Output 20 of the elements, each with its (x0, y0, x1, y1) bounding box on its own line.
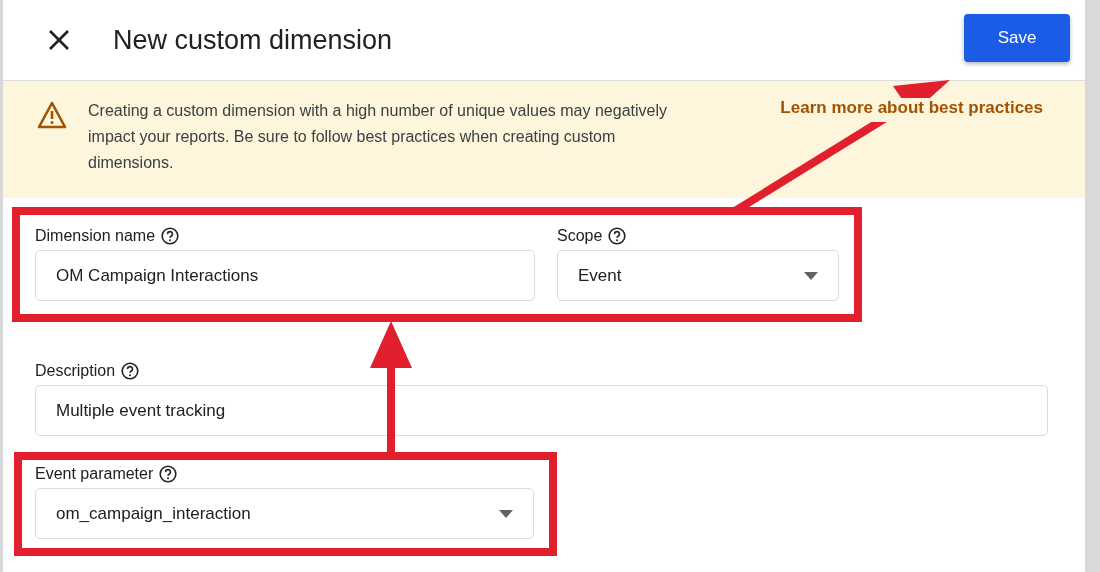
caret-icon (499, 509, 513, 518)
warning-icon (37, 101, 67, 129)
dialog-title: New custom dimension (113, 24, 393, 56)
save-button[interactable]: Save (964, 14, 1070, 62)
help-icon[interactable] (159, 465, 178, 483)
field-label: Scope (557, 227, 603, 245)
dropdown[interactable]: om_campaign_interaction (35, 488, 534, 539)
text-field[interactable]: OM Campaign Interactions (35, 250, 535, 301)
close-icon[interactable] (47, 28, 71, 52)
field-label: Description (35, 362, 116, 380)
help-icon[interactable] (121, 362, 140, 380)
warning-message: Creating a custom dimension with a high number of unique values may negatively impact your reports. Be sure to follow best practices when creating custom dimensions. (88, 101, 668, 173)
field-label: Event parameter (35, 465, 154, 483)
dropdown[interactable]: Event (557, 250, 839, 301)
caret-icon (804, 271, 818, 280)
help-icon[interactable] (161, 227, 180, 245)
best-practices-link[interactable]: Learn more about best practices (778, 98, 1045, 122)
help-icon[interactable] (608, 227, 627, 245)
text-field[interactable]: Multiple event tracking (35, 385, 1048, 436)
field-label: Dimension name (35, 227, 156, 245)
